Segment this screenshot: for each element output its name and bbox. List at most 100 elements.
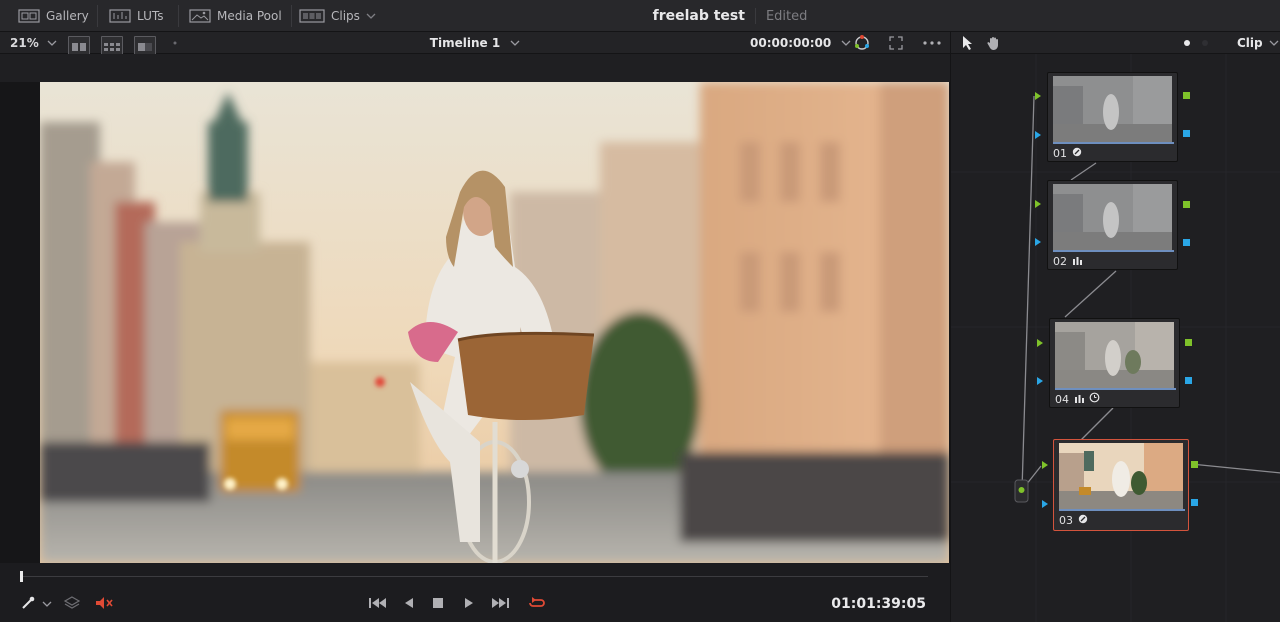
luts-label: LUTs xyxy=(137,9,164,23)
picker-tool-button[interactable] xyxy=(20,594,36,614)
node-02-rgb-output[interactable] xyxy=(1183,201,1190,208)
node-04-rgb-input[interactable] xyxy=(1037,339,1043,347)
highlight-button[interactable] xyxy=(63,594,81,614)
luts-button[interactable]: LUTs xyxy=(109,0,163,32)
node-mode-dropdown[interactable]: Clip xyxy=(1237,32,1279,54)
media-pool-label: Media Pool xyxy=(217,9,282,23)
node-thumbnail xyxy=(1055,322,1174,388)
loop-button[interactable] xyxy=(527,594,547,614)
node-underline xyxy=(1053,250,1174,252)
skip-back-icon xyxy=(368,596,388,613)
node-number: 02 xyxy=(1053,254,1067,268)
node-label: 01 xyxy=(1053,146,1082,160)
levels-icon xyxy=(1072,255,1082,268)
node-02-key-input[interactable] xyxy=(1035,238,1041,246)
loop-icon xyxy=(527,595,547,614)
project-status: Edited xyxy=(765,8,808,24)
toolbar-divider xyxy=(97,5,98,27)
node-04[interactable]: 04 xyxy=(1049,318,1180,408)
video-frame-image xyxy=(40,82,949,563)
transport-bar: 01:01:39:05 xyxy=(0,588,950,622)
stop-icon xyxy=(432,597,444,612)
playhead[interactable] xyxy=(20,571,23,582)
viewer-header: 21% Timeline 1 00:00:00:00 xyxy=(0,32,950,58)
chevron-down-icon xyxy=(841,36,851,50)
node-02[interactable]: 02 xyxy=(1047,180,1178,270)
media-pool-button[interactable]: Media Pool xyxy=(189,0,282,32)
node-01-rgb-input[interactable] xyxy=(1035,92,1041,100)
play-button[interactable] xyxy=(463,594,475,614)
node-thumbnail xyxy=(1053,76,1172,142)
project-name: freelab test xyxy=(652,8,745,24)
node-01-rgb-output[interactable] xyxy=(1183,92,1190,99)
play-reverse-icon xyxy=(403,596,415,613)
media-pool-icon xyxy=(189,8,211,24)
picker-options-dropdown[interactable] xyxy=(42,594,52,614)
node-graph[interactable]: 01 02 04 03 xyxy=(950,54,1280,622)
toolbar-divider xyxy=(178,5,179,27)
node-underline xyxy=(1053,142,1174,144)
toolbar-divider xyxy=(291,5,292,27)
fullscreen-icon[interactable] xyxy=(889,32,903,54)
node-03[interactable]: 03 xyxy=(1053,439,1189,531)
node-03-rgb-output[interactable] xyxy=(1191,461,1198,468)
node-label: 03 xyxy=(1059,513,1088,527)
skip-forward-icon xyxy=(490,596,510,613)
node-number: 04 xyxy=(1055,392,1069,406)
node-tool-icon xyxy=(1078,514,1088,527)
layers-icon xyxy=(63,595,81,614)
node-01-key-input[interactable] xyxy=(1035,131,1041,139)
node-03-key-input[interactable] xyxy=(1042,500,1048,508)
timeline-name: Timeline 1 xyxy=(429,36,501,50)
color-wheel-icon[interactable] xyxy=(853,32,871,54)
node-02-key-output[interactable] xyxy=(1183,239,1190,246)
timeline-scrubber[interactable] xyxy=(20,576,928,577)
chevron-down-icon xyxy=(1269,36,1279,50)
stop-button[interactable] xyxy=(432,594,444,614)
go-to-end-button[interactable] xyxy=(490,594,510,614)
active-indicator-icon xyxy=(1183,32,1191,54)
clips-button[interactable]: Clips xyxy=(299,0,376,32)
node-label: 02 xyxy=(1053,254,1082,268)
hand-tool-icon[interactable] xyxy=(986,32,1002,54)
pointer-tool-icon[interactable] xyxy=(961,32,975,54)
node-number: 01 xyxy=(1053,146,1067,160)
viewer-frame xyxy=(40,82,949,563)
node-01-key-output[interactable] xyxy=(1183,130,1190,137)
node-03-key-output[interactable] xyxy=(1191,499,1198,506)
node-02-rgb-input[interactable] xyxy=(1035,200,1041,208)
node-01[interactable]: 01 xyxy=(1047,72,1178,162)
node-04-key-input[interactable] xyxy=(1037,377,1043,385)
node-03-rgb-input[interactable] xyxy=(1042,461,1048,469)
clips-icon xyxy=(299,8,325,24)
go-to-start-button[interactable] xyxy=(368,594,388,614)
gallery-label: Gallery xyxy=(46,9,89,23)
record-timecode: 01:01:39:05 xyxy=(831,596,926,612)
viewer-subheader xyxy=(0,54,950,82)
node-04-rgb-output[interactable] xyxy=(1185,339,1192,346)
inactive-indicator-icon xyxy=(1201,32,1209,54)
viewer[interactable] xyxy=(0,82,950,563)
more-options-icon[interactable] xyxy=(922,32,942,54)
reverse-play-button[interactable] xyxy=(403,594,415,614)
luts-icon xyxy=(109,8,131,24)
gallery-icon xyxy=(18,8,40,24)
gallery-button[interactable]: Gallery xyxy=(18,0,89,32)
source-timecode: 00:00:00:00 xyxy=(750,36,832,50)
node-thumbnail xyxy=(1053,184,1172,250)
chevron-down-icon xyxy=(366,9,376,23)
node-label: 04 xyxy=(1055,392,1100,406)
eyedropper-icon xyxy=(20,595,36,614)
levels-icon xyxy=(1074,393,1084,406)
source-timecode-dropdown[interactable]: 00:00:00:00 xyxy=(750,32,851,54)
node-mode-label: Clip xyxy=(1237,36,1263,50)
chevron-down-icon xyxy=(42,597,52,611)
clock-icon xyxy=(1089,392,1100,406)
top-toolbar: Gallery LUTs Media Pool Clips freelab te… xyxy=(0,0,1280,32)
node-thumbnail xyxy=(1059,443,1183,509)
title-divider xyxy=(754,8,756,24)
node-04-key-output[interactable] xyxy=(1185,377,1192,384)
chevron-down-icon xyxy=(510,36,520,50)
play-icon xyxy=(463,596,475,613)
mute-button[interactable] xyxy=(94,594,114,614)
